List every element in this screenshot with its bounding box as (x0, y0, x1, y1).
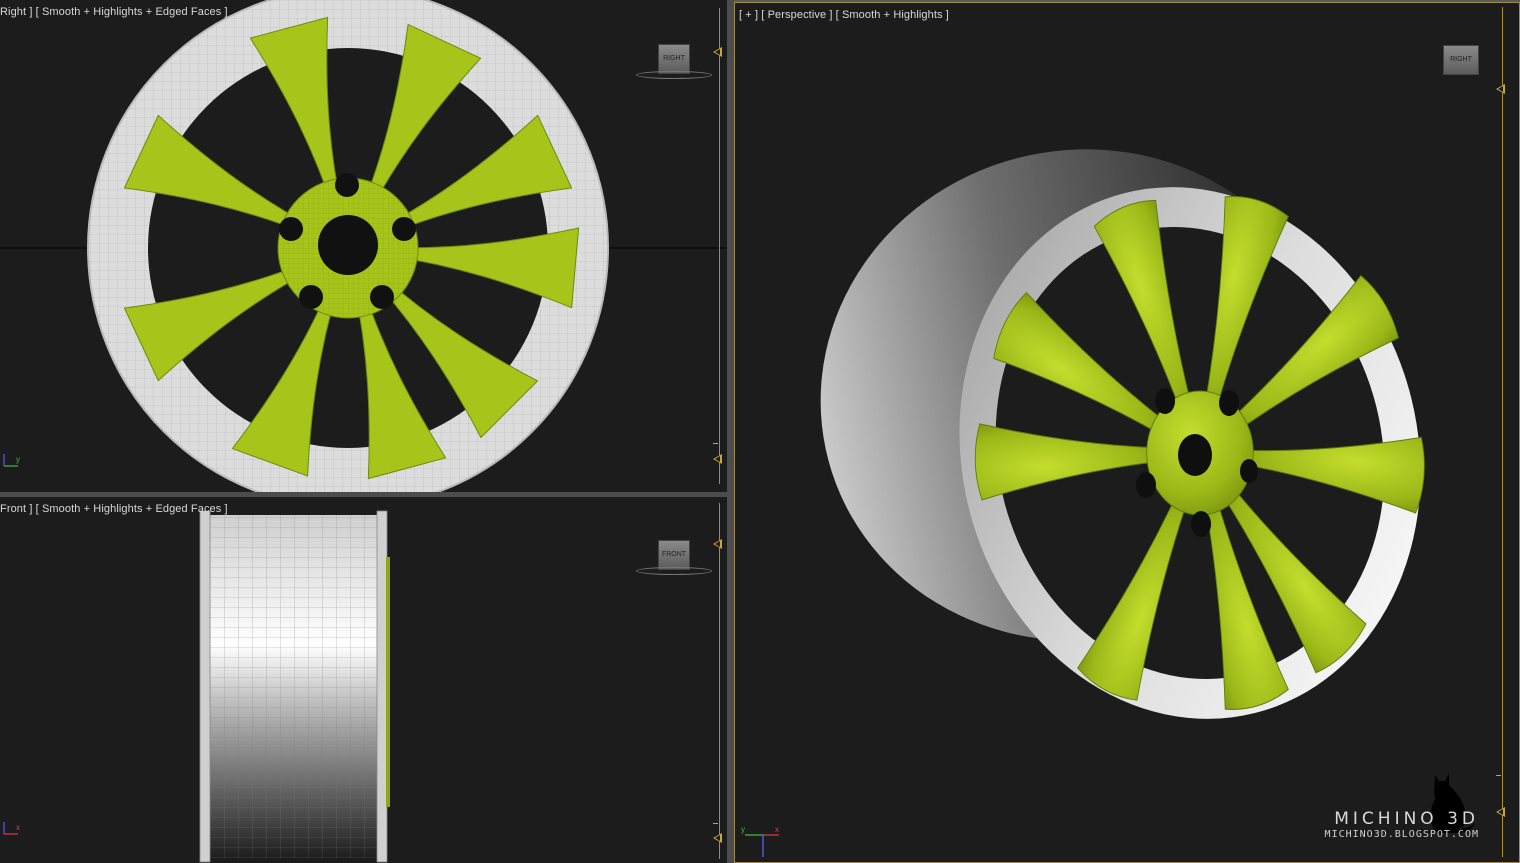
viewcube-compass-ring[interactable] (636, 71, 712, 79)
axis-label-b: y (741, 825, 745, 834)
viewport-right[interactable]: Right ] [ Smooth + Highlights + Edged Fa… (0, 0, 727, 492)
trackbar-line (1502, 7, 1503, 857)
viewcube[interactable]: FRONT (658, 540, 690, 570)
trackbar-line (719, 8, 720, 484)
watermark: MICHINO 3D MICHINO3D.BLOGSPOT.COM (1325, 809, 1479, 840)
viewport-splitter-horizontal[interactable] (0, 492, 727, 497)
trackbar-marker-bottom[interactable] (713, 454, 722, 464)
trackbar-marker-bottom[interactable] (713, 833, 722, 843)
trackbar-marker-top[interactable] (713, 539, 722, 549)
axis-tripod-icon (3, 822, 18, 835)
trackbar-tick (1496, 775, 1501, 776)
trackbar-marker-top[interactable] (713, 47, 722, 57)
trackbar-marker-top[interactable] (1496, 84, 1505, 94)
trackbar-marker-bottom[interactable] (1496, 807, 1505, 817)
viewport-splitter-vertical[interactable] (727, 0, 734, 863)
viewport-front[interactable]: Front ] [ Smooth + Highlights + Edged Fa… (0, 497, 727, 863)
viewcube[interactable]: RIGHT (1443, 45, 1479, 75)
wheel-perspective-view (820, 149, 1428, 719)
viewport-label[interactable]: Right ] [ Smooth + Highlights + Edged Fa… (0, 6, 228, 18)
axis-label-a: x (16, 823, 20, 832)
viewport-label[interactable]: Front ] [ Smooth + Highlights + Edged Fa… (0, 503, 228, 515)
axis-tripod-icon (3, 454, 18, 467)
axis-label-a: y (16, 455, 20, 464)
viewport-label[interactable]: [ + ] [ Perspective ] [ Smooth + Highlig… (739, 9, 949, 21)
trackbar-tick (713, 443, 718, 444)
axis-tripod-icon (745, 834, 779, 857)
watermark-url: MICHINO3D.BLOGSPOT.COM (1324, 829, 1479, 840)
viewport-perspective[interactable]: [ + ] [ Perspective ] [ Smooth + Highlig… (734, 2, 1520, 863)
trackbar-line (719, 503, 720, 859)
viewcube-compass-ring[interactable] (636, 567, 712, 575)
axis-label-a: x (775, 825, 779, 834)
viewcube[interactable]: RIGHT (658, 44, 690, 74)
wheel-right-view (0, 0, 727, 492)
trackbar-tick (713, 823, 718, 824)
watermark-title: MICHINO 3D (1334, 809, 1479, 829)
wheel-front-view (199, 510, 390, 863)
